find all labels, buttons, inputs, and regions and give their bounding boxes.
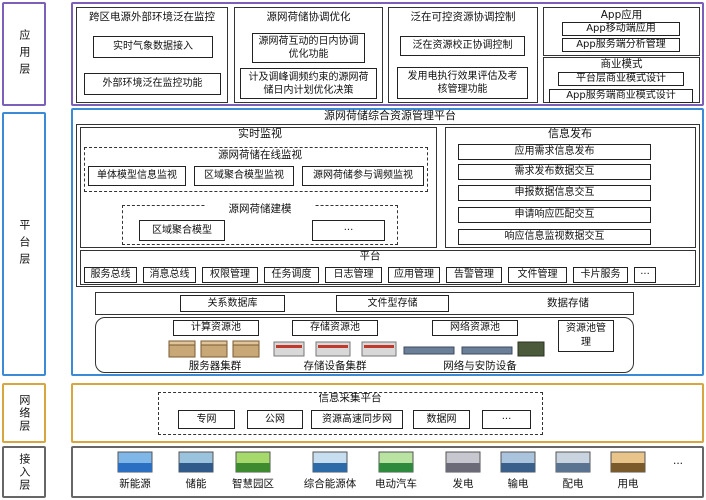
- access-item-label: 配电: [562, 478, 584, 490]
- server-unit-icon: [232, 340, 260, 358]
- storage-label: 数据存储: [547, 297, 589, 309]
- app-col2-item-2[interactable]: 计及调峰调频约束的源网荷储日内计划优化决策: [240, 68, 377, 99]
- compute-pool[interactable]: 计算资源池: [173, 320, 259, 336]
- platform-bar-more[interactable]: ···: [634, 267, 656, 283]
- platform-bar-item[interactable]: 服务总线: [84, 267, 137, 283]
- platform-bar-title: 平台: [359, 250, 381, 262]
- app-col1-item-2[interactable]: 外部环境泛在监控功能: [84, 73, 221, 95]
- network-layer-tab: 网络层: [2, 383, 46, 443]
- app-col4b-item-1[interactable]: 平台层商业模式设计: [558, 72, 684, 86]
- modeling-title: 源网荷储建模: [205, 203, 315, 216]
- server-cluster-label: 服务器集群: [188, 360, 242, 372]
- app-layer-label: 应用层: [17, 28, 31, 80]
- platform-bar-item[interactable]: 权限管理: [202, 267, 258, 283]
- network-device-icon: [403, 341, 545, 357]
- access-layer-label: 接入层: [17, 452, 31, 492]
- access-item-icon: [378, 451, 414, 473]
- publish-title: 信息发布: [548, 127, 592, 140]
- access-item-label: 新能源: [119, 478, 151, 490]
- network-data[interactable]: 数据网: [413, 410, 470, 429]
- app-col4a-title: App应用: [600, 9, 643, 21]
- storage-relational-db[interactable]: 关系数据库: [180, 295, 285, 312]
- online-monitor-item-2[interactable]: 区域聚合模型监视: [194, 166, 294, 186]
- platform-title: 源网荷储综合资源管理平台: [324, 109, 456, 122]
- access-item-label: 输电: [507, 478, 529, 490]
- access-item-label: 发电: [452, 478, 474, 490]
- platform-layer-tab: 平台层: [2, 112, 46, 376]
- access-item-label: 综合能源体: [303, 478, 357, 490]
- online-monitor-title: 源网荷储在线监视: [218, 149, 302, 161]
- online-monitor-item-1[interactable]: 单体模型信息监视: [88, 166, 186, 186]
- access-item-label: 智慧园区: [232, 478, 274, 490]
- platform-bar-item[interactable]: 任务调度: [264, 267, 319, 283]
- storage-file[interactable]: 文件型存储: [336, 295, 449, 312]
- platform-bar-item[interactable]: 卡片服务: [573, 267, 628, 283]
- network-private[interactable]: 专网: [178, 410, 235, 429]
- access-item-label: 储能: [185, 478, 207, 490]
- collection-platform-title: 信息采集平台: [318, 392, 382, 404]
- modeling-item-1[interactable]: 区域聚合模型: [139, 220, 225, 241]
- modeling-more[interactable]: ···: [312, 220, 385, 241]
- platform-layer-label: 平台层: [17, 218, 31, 270]
- publish-item-5[interactable]: 响应信息监视数据交互: [458, 229, 651, 245]
- access-item-label: 电动汽车: [375, 478, 417, 490]
- access-item-icon: [555, 451, 591, 473]
- platform-bar-item[interactable]: 文件管理: [508, 267, 567, 283]
- access-item-icon: [500, 451, 536, 473]
- app-col1-item-1[interactable]: 实时气象数据接入: [93, 36, 213, 58]
- publish-item-4[interactable]: 申请响应匹配交互: [458, 207, 651, 223]
- app-layer-tab: 应用层: [2, 2, 46, 106]
- publish-item-1[interactable]: 应用需求信息发布: [458, 144, 651, 160]
- server-cluster-icon: [168, 340, 260, 358]
- network-layer-label: 网络层: [17, 393, 31, 433]
- storage-device-icon: [273, 341, 397, 357]
- platform-bar-item[interactable]: 应用管理: [388, 267, 440, 283]
- publish-item-2[interactable]: 需求发布数据交互: [458, 164, 651, 180]
- platform-bar-item[interactable]: 消息总线: [143, 267, 196, 283]
- network-public[interactable]: 公网: [247, 410, 303, 429]
- app-col4b-title: 商业模式: [600, 58, 643, 70]
- platform-bar-item[interactable]: 日志管理: [325, 267, 382, 283]
- app-col4b-item-2[interactable]: App服务端商业模式设计: [549, 89, 693, 103]
- app-col3-item-2[interactable]: 发用电执行效果评估及考核管理功能: [397, 67, 528, 99]
- publish-item-3[interactable]: 申报数据信息交互: [458, 185, 651, 201]
- access-item-label: 用电: [617, 478, 639, 490]
- app-col4a-item-2[interactable]: App服务端分析管理: [562, 38, 680, 52]
- access-item-icon: [312, 451, 348, 473]
- access-more: ···: [672, 458, 683, 470]
- online-monitor-item-3[interactable]: 源网荷储参与调频监视: [302, 166, 424, 186]
- pool-management[interactable]: 资源池管理: [558, 320, 614, 352]
- access-item-icon: [178, 451, 214, 473]
- app-col2-title: 源网荷储协调优化: [266, 11, 351, 23]
- app-col3-title: 泛在可控资源协调控制: [410, 11, 516, 23]
- access-layer-tab: 接入层: [2, 446, 46, 498]
- storage-pool[interactable]: 存储资源池: [292, 320, 378, 336]
- app-col1-title: 跨区电源外部环境泛在监控: [89, 11, 215, 23]
- storage-cluster-label: 存储设备集群: [303, 360, 367, 372]
- network-sync[interactable]: 资源高速同步网: [311, 410, 403, 429]
- app-col3-item-1[interactable]: 泛在资源校正协调控制: [400, 36, 525, 56]
- access-item-icon: [445, 451, 481, 473]
- app-col4a-item-1[interactable]: App移动端应用: [562, 22, 680, 36]
- access-item-icon: [610, 451, 646, 473]
- platform-bar-item[interactable]: 告警管理: [446, 267, 502, 283]
- network-devices-label: 网络与安防设备: [443, 360, 517, 372]
- access-item-icon: [117, 451, 153, 473]
- app-col2-item-1[interactable]: 源网荷互动的日内协调优化功能: [252, 33, 365, 63]
- server-unit-icon: [200, 340, 228, 358]
- server-unit-icon: [168, 340, 196, 358]
- monitor-title: 实时监视: [238, 127, 282, 140]
- access-item-icon: [235, 451, 271, 473]
- network-pool[interactable]: 网络资源池: [432, 320, 518, 336]
- network-more[interactable]: ···: [482, 410, 531, 429]
